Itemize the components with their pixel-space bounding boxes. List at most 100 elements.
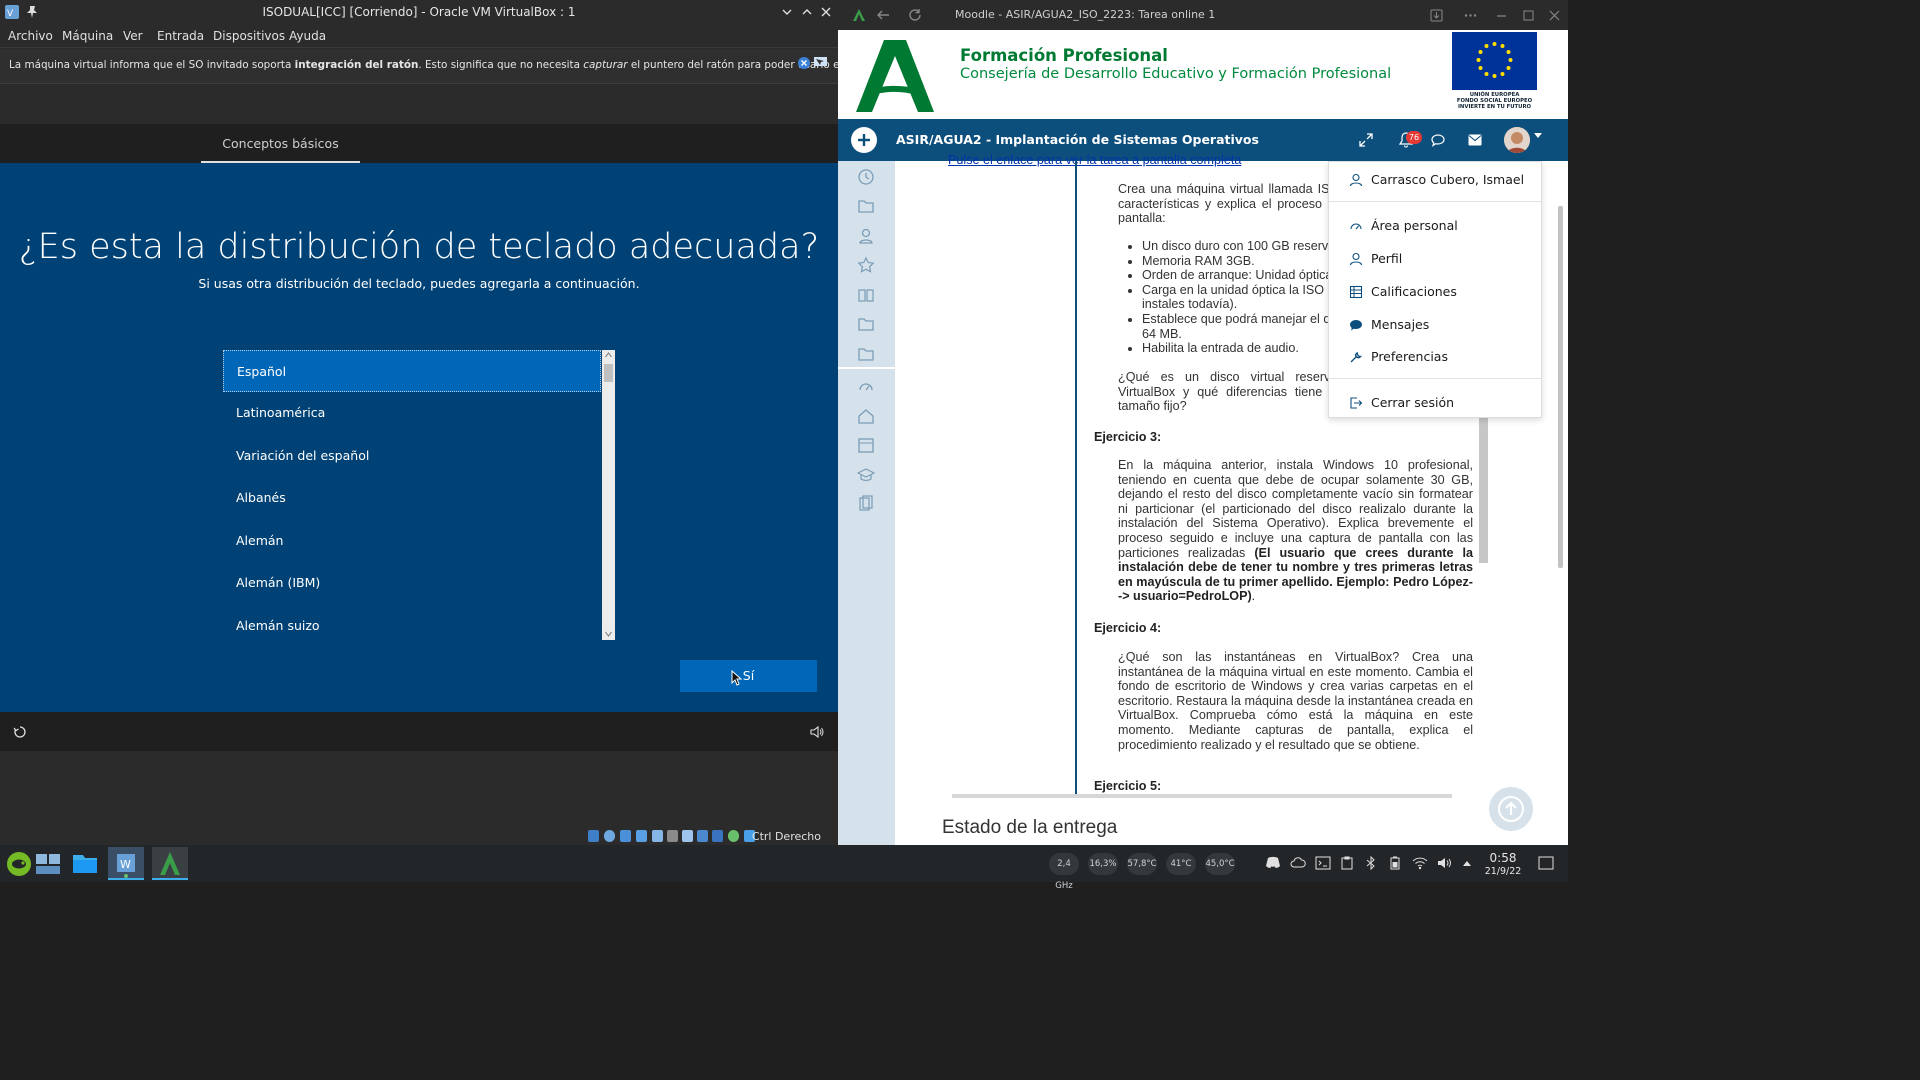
folder-icon[interactable] xyxy=(857,197,875,215)
scroll-thumb[interactable] xyxy=(604,364,613,382)
menu-entrada[interactable]: Entrada xyxy=(157,29,204,43)
mouse-capture-icon[interactable] xyxy=(814,57,827,69)
maximize-icon[interactable] xyxy=(1522,9,1535,22)
menu-item-cerrar-sesion[interactable]: Cerrar sesión xyxy=(1329,388,1541,418)
scroll-up-icon[interactable] xyxy=(605,352,612,358)
network-icon[interactable] xyxy=(636,830,647,842)
clock-time[interactable]: 0:58 xyxy=(1483,851,1523,865)
menu-maquina[interactable]: Máquina xyxy=(62,29,113,43)
fullscreen-icon[interactable] xyxy=(1359,133,1373,147)
volume-icon[interactable] xyxy=(810,725,824,739)
list-item[interactable]: Alemán (IBM) xyxy=(223,562,601,604)
chat-icon[interactable] xyxy=(1431,133,1445,147)
maximize-icon[interactable] xyxy=(799,4,815,20)
harddisk-icon[interactable] xyxy=(588,830,599,842)
page-scrollbar[interactable] xyxy=(1556,36,1564,836)
back-arrow-icon[interactable] xyxy=(876,8,890,22)
disk-temp-monitor[interactable]: 45,0°C xyxy=(1205,853,1235,875)
add-block-icon[interactable] xyxy=(851,127,877,153)
virtualbox-taskbar-icon[interactable]: W xyxy=(108,847,144,880)
list-item[interactable]: Variación del español xyxy=(223,435,601,477)
keyboard-layout-list[interactable]: Español Latinoamérica Variación del espa… xyxy=(223,350,615,640)
browser-titlebar[interactable]: Moodle - ASIR/AGUA2_ISO_2223: Tarea onli… xyxy=(838,0,1568,30)
volume-icon[interactable] xyxy=(1437,856,1453,870)
menu-item-mensajes[interactable]: Mensajes xyxy=(1329,310,1541,340)
menu-item-calificaciones[interactable]: Calificaciones xyxy=(1329,277,1541,307)
close-notice-icon[interactable] xyxy=(798,57,810,69)
list-scrollbar[interactable] xyxy=(602,350,615,640)
list-item[interactable]: Albanés xyxy=(223,477,601,519)
guest-additions-icon[interactable] xyxy=(728,830,739,842)
cpu-load-monitor[interactable]: 16,3% xyxy=(1088,853,1118,875)
list-item[interactable]: Alemán xyxy=(223,520,601,562)
dashboard-icon[interactable] xyxy=(857,377,875,395)
frame-horizontal-scrollbar[interactable] xyxy=(952,794,1452,798)
folder-icon[interactable] xyxy=(857,345,875,363)
scroll-down-icon[interactable] xyxy=(605,631,612,637)
menu-item-preferencias[interactable]: Preferencias xyxy=(1329,342,1541,372)
clipboard-icon[interactable] xyxy=(1340,856,1354,870)
avatar[interactable] xyxy=(1504,127,1530,153)
reload-icon[interactable] xyxy=(908,8,922,22)
show-desktop-corner-icon[interactable] xyxy=(1538,856,1554,870)
list-item[interactable]: Español xyxy=(223,350,601,392)
minimize-icon[interactable] xyxy=(1495,9,1508,22)
user-fullname-item[interactable]: Carrasco Cubero, Ismael xyxy=(1329,165,1541,195)
files-icon[interactable] xyxy=(857,495,875,513)
audio-icon[interactable] xyxy=(620,830,631,842)
gpu-temp-monitor[interactable]: 41°C xyxy=(1166,853,1196,875)
tray-expand-icon[interactable] xyxy=(1462,859,1472,867)
recording-icon[interactable] xyxy=(697,830,708,842)
menu-item-perfil[interactable]: Perfil xyxy=(1329,244,1541,274)
display-icon[interactable] xyxy=(682,830,693,842)
menu-ayuda[interactable]: Ayuda xyxy=(289,29,326,43)
vbox-titlebar[interactable]: V ISODUAL[ICC] [Corriendo] - Oracle VM V… xyxy=(0,0,838,24)
show-desktop-icon[interactable] xyxy=(30,847,66,880)
file-manager-icon[interactable] xyxy=(67,847,103,880)
discord-icon[interactable] xyxy=(1265,856,1281,870)
usb-icon[interactable] xyxy=(652,830,663,842)
chevron-down-icon[interactable] xyxy=(1534,133,1542,139)
menu-archivo[interactable]: Archivo xyxy=(8,29,53,43)
browser-taskbar-icon[interactable] xyxy=(152,847,188,880)
book-icon[interactable] xyxy=(857,286,875,304)
back-to-top-button[interactable] xyxy=(1489,787,1533,831)
more-icon[interactable] xyxy=(1464,9,1477,22)
close-icon[interactable] xyxy=(818,4,834,20)
calendar-icon[interactable] xyxy=(857,436,875,454)
cpu-icon[interactable] xyxy=(712,830,723,842)
install-app-icon[interactable] xyxy=(1430,9,1443,22)
page-scroll-thumb[interactable] xyxy=(1558,206,1563,568)
accessibility-icon[interactable] xyxy=(13,725,27,739)
cloud-sync-icon[interactable] xyxy=(1290,856,1306,870)
optical-drive-icon[interactable] xyxy=(604,830,615,842)
cpu-frequency-monitor[interactable]: 2,4 GHz xyxy=(1049,853,1079,891)
mail-icon[interactable] xyxy=(1468,134,1482,146)
tab-conceptos-basicos[interactable]: Conceptos básicos xyxy=(201,124,360,163)
wifi-icon[interactable] xyxy=(1412,856,1428,870)
confirm-button[interactable]: Sí xyxy=(680,660,817,692)
list-item[interactable]: Latinoamérica xyxy=(223,392,601,434)
users-icon[interactable] xyxy=(857,227,875,245)
clock-date[interactable]: 21/9/22 xyxy=(1481,866,1525,877)
folder-icon[interactable] xyxy=(857,315,875,333)
bluetooth-icon[interactable] xyxy=(1365,856,1377,870)
menu-item-area-personal[interactable]: Área personal xyxy=(1329,211,1541,241)
browser-window: Moodle - ASIR/AGUA2_ISO_2223: Tarea onli… xyxy=(838,0,1568,845)
home-icon[interactable] xyxy=(857,407,875,425)
menu-ver[interactable]: Ver xyxy=(123,29,143,43)
star-icon[interactable] xyxy=(857,256,875,274)
minimize-icon[interactable] xyxy=(779,4,795,20)
graduation-cap-icon[interactable] xyxy=(857,466,875,484)
menu-dispositivos[interactable]: Dispositivos xyxy=(213,29,285,43)
close-icon[interactable] xyxy=(1548,9,1561,22)
junta-andalucia-logo[interactable] xyxy=(856,38,934,112)
shared-folders-icon[interactable] xyxy=(667,830,678,842)
list-item[interactable]: Alemán suizo xyxy=(223,605,601,647)
battery-icon[interactable] xyxy=(1389,856,1401,870)
cpu-temp-monitor[interactable]: 57,8°C xyxy=(1127,853,1157,875)
course-title[interactable]: ASIR/AGUA2 - Implantación de Sistemas Op… xyxy=(896,132,1259,147)
frame-scroll-thumb[interactable] xyxy=(1479,417,1488,563)
clock-icon[interactable] xyxy=(857,168,875,186)
terminal-icon[interactable] xyxy=(1315,856,1331,870)
